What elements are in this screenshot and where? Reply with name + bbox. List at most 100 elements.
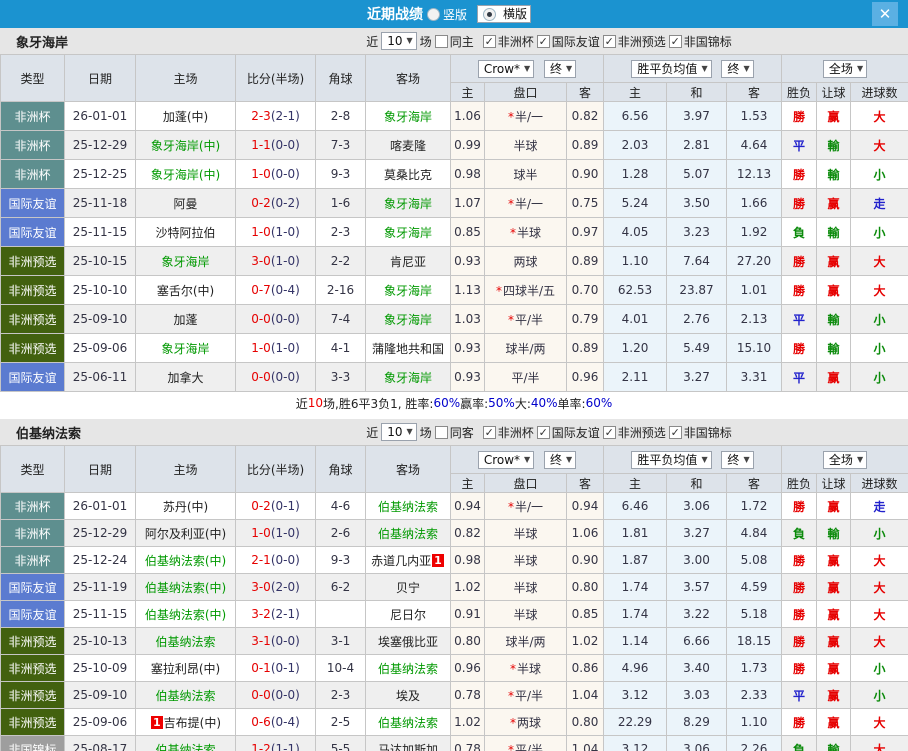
crow-away-odds: 0.89: [565, 333, 605, 363]
scope-select[interactable]: 全场 ▼: [822, 59, 868, 78]
checkbox-intl-friendly[interactable]: 国际友谊: [536, 424, 600, 441]
match-row: 非洲杯 26-01-01 苏丹(中) 0-2(0-1) 4-6 伯基纳法索 0.94 *半/一…: [0, 492, 908, 520]
result-handicap: 赢: [816, 708, 852, 736]
avg-away-odds: 27.20: [726, 246, 783, 276]
scope-select[interactable]: 全场 ▼: [822, 450, 868, 469]
away-team: 马达加斯加: [365, 735, 451, 751]
checkbox-icon: [434, 425, 448, 439]
handicap-line: 半球: [484, 546, 567, 574]
summary-part: 场,胜6平3负1, 胜率:: [323, 396, 434, 411]
crow-home-odds: 0.85: [450, 217, 485, 247]
away-team: 象牙海岸: [365, 304, 451, 334]
bookmaker-select[interactable]: Crow* ▼: [477, 59, 535, 78]
checkbox-africa-qualifier[interactable]: 非洲预选: [602, 33, 666, 50]
bookmaker-select[interactable]: Crow* ▼: [477, 450, 535, 469]
recent-count-select[interactable]: 10 ▼: [381, 423, 417, 441]
checkbox-checked-icon: [602, 425, 616, 439]
book-time-select[interactable]: 终 ▼: [544, 450, 577, 469]
sub-col-home-odds: 主: [450, 82, 485, 102]
checkbox-same-away[interactable]: 同客: [434, 424, 474, 441]
handicap-line: 球半/两: [484, 627, 567, 655]
result-wdl: 勝: [781, 101, 818, 131]
avg-away-odds: 12.13: [726, 159, 783, 189]
book-time-select[interactable]: 终 ▼: [544, 59, 577, 78]
match-row: 国际友谊 25-11-15 沙特阿拉伯 1-0(1-0) 2-3 象牙海岸 0.85 *半球 0…: [0, 217, 908, 247]
result-goals: 走: [850, 492, 908, 520]
avg-home-odds: 1.81: [603, 519, 668, 547]
star-marker: *: [509, 661, 516, 676]
checkbox-non-championship[interactable]: 非国锦标: [668, 424, 732, 441]
corner-count: 9-3: [315, 546, 366, 574]
fulltime-score: 0-0: [251, 688, 271, 702]
crow-away-odds: 0.85: [565, 600, 605, 628]
book-time-value: 终: [550, 452, 563, 467]
close-button[interactable]: ✕: [872, 2, 898, 26]
chevron-down-icon: ▼: [856, 63, 864, 73]
col-away: 客场: [365, 54, 451, 102]
avg-home-odds: 2.03: [603, 130, 668, 160]
corner-count: 2-3: [315, 681, 366, 709]
star-marker: *: [507, 196, 514, 211]
layout-radio-horizontal[interactable]: 横版: [477, 5, 532, 23]
filter-bar: 近 10 ▼ 场 同客 非洲杯 国际友谊: [190, 419, 908, 445]
recent-count-select[interactable]: 10 ▼: [381, 32, 417, 50]
titlebar: 近期战绩 竖版 横版 ✕: [0, 0, 908, 28]
avg-home-odds: 1.87: [603, 546, 668, 574]
col-away: 客场: [365, 445, 451, 493]
checkbox-africa-qualifier[interactable]: 非洲预选: [602, 424, 666, 441]
chevron-down-icon: ▼: [524, 63, 531, 73]
checkbox-checked-icon: [536, 425, 550, 439]
avg-time-select[interactable]: 终 ▼: [721, 450, 754, 469]
recent-count-value: 10: [387, 425, 403, 439]
away-team: 象牙海岸: [365, 188, 451, 218]
chevron-down-icon: ▼: [566, 63, 573, 73]
result-wdl: 負: [781, 735, 818, 751]
star-marker: *: [509, 715, 516, 730]
competition-badge: 国际友谊: [0, 217, 65, 247]
sub-col-let: 让球: [816, 82, 852, 102]
layout-radio-vertical[interactable]: 竖版: [426, 6, 467, 23]
radio-horizontal-label: 横版: [503, 7, 528, 21]
avg-odds-select[interactable]: 胜平负均值 ▼: [631, 450, 712, 469]
checkbox-intl-friendly[interactable]: 国际友谊: [536, 33, 600, 50]
handicap-line: *四球半/五: [484, 275, 567, 305]
avg-draw-odds: 3.27: [666, 519, 728, 547]
fulltime-score: 1-0: [251, 526, 271, 540]
halftime-score: (0-0): [270, 312, 300, 326]
competition-badge: 非洲杯: [0, 101, 65, 131]
avg-odds-select[interactable]: 胜平负均值 ▼: [631, 59, 712, 78]
crow-home-odds: 0.78: [450, 735, 485, 751]
fulltime-score: 1-2: [251, 742, 271, 751]
corner-count: 6-2: [315, 573, 366, 601]
home-team: 1 吉布提(中): [135, 708, 236, 736]
sub-col-avg-home: 主: [603, 473, 668, 493]
result-wdl: 勝: [781, 654, 818, 682]
checkbox-africa-cup[interactable]: 非洲杯: [482, 33, 534, 50]
result-goals: 大: [850, 573, 908, 601]
result-goals: 小: [850, 304, 908, 334]
checkbox-same-home[interactable]: 同主: [434, 33, 474, 50]
avg-draw-odds: 5.07: [666, 159, 728, 189]
chevron-down-icon: ▼: [743, 63, 750, 73]
checkbox-africa-cup[interactable]: 非洲杯: [482, 424, 534, 441]
crow-away-odds: 1.02: [565, 627, 605, 655]
competition-badge: 非洲杯: [0, 546, 65, 574]
crow-home-odds: 0.96: [450, 654, 485, 682]
fulltime-score: 0-7: [251, 283, 271, 297]
result-wdl: 平: [781, 362, 818, 392]
bookmaker-group: Crow* ▼ 终 ▼: [449, 445, 605, 474]
handicap-line: 半球: [484, 600, 567, 628]
match-score: 2-1(0-0): [235, 546, 316, 574]
summary-part: 60%: [433, 396, 461, 410]
avg-time-select[interactable]: 终 ▼: [721, 59, 754, 78]
avg-draw-odds: 3.57: [666, 573, 728, 601]
corner-count: 3-1: [315, 627, 366, 655]
checkbox-non-championship[interactable]: 非国锦标: [668, 33, 732, 50]
chevron-down-icon: ▼: [856, 454, 864, 464]
same-home-label: 同主: [449, 34, 474, 49]
summary-part: 近: [295, 396, 308, 411]
avg-home-odds: 3.12: [603, 735, 668, 751]
recent-count-value: 10: [387, 34, 403, 48]
chevron-down-icon: ▼: [524, 454, 531, 464]
avg-time-value: 终: [727, 61, 740, 76]
